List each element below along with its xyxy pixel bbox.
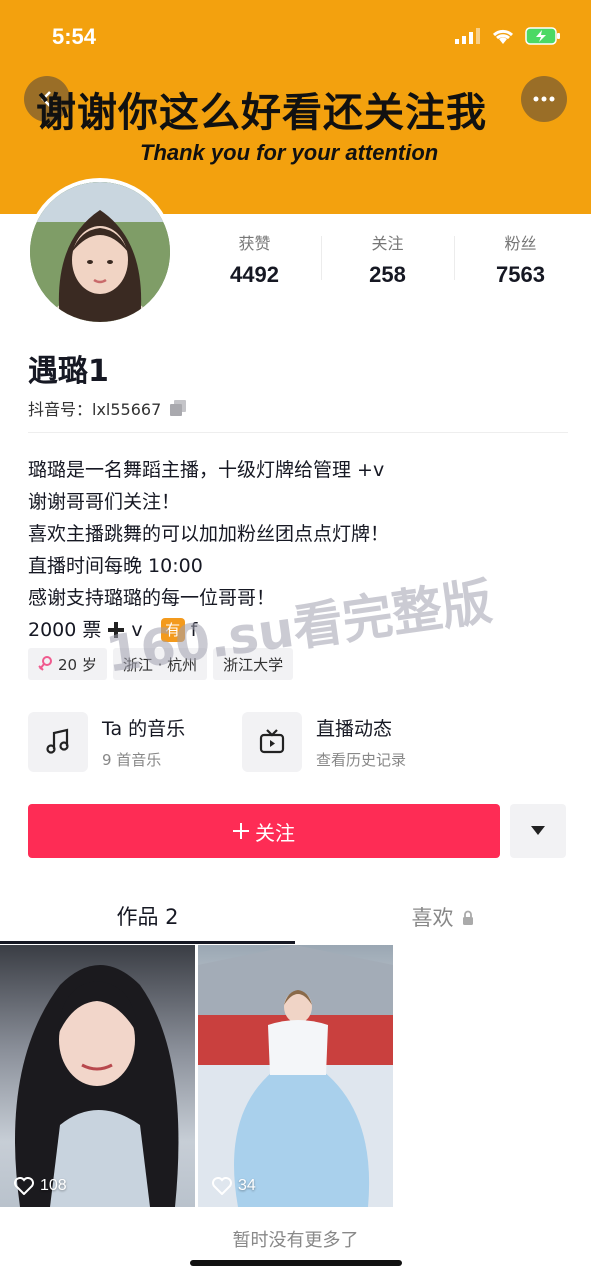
plus-v-text: v [131,619,143,641]
bio-line: 喜欢主播跳舞的可以加加粉丝团点点灯牌！ [28,523,390,545]
bio-line: 直播时间每晚 10:00 [28,555,203,577]
video-cover-image [198,945,393,1207]
tag-school-text: 浙江大学 [223,655,284,674]
plus-icon [108,622,125,638]
stats-row: 获赞 4492 关注 258 粉丝 7563 [188,230,588,288]
music-entry-sub: 9 首音乐 [102,751,162,769]
tab-works-label: 作品 2 [116,904,179,929]
no-more-text: 暂时没有更多了 [232,1230,359,1251]
profile-card: 获赞 4492 关注 258 粉丝 7563 遇璐1 抖音号：lxl55667 … [0,178,591,1280]
signal-icon [455,28,480,44]
stat-label: 粉丝 [504,234,537,253]
live-entry[interactable]: 直播动态 查看历史记录 [242,712,456,772]
status-icons [455,26,561,46]
heart-outline-icon [14,1177,34,1195]
tv-icon [259,729,285,754]
copy-icon[interactable] [169,399,187,417]
video-grid: 108 34 [0,945,591,1207]
stat-value: 4492 [230,262,279,287]
video-thumbnail[interactable]: 108 [0,945,195,1207]
bio-line: 感谢支持璐璐的每一位哥哥！ [28,587,276,609]
profile-name: 遇璐1 [28,354,109,389]
home-indicator [190,1260,402,1266]
video-thumbnail[interactable]: 34 [198,945,393,1207]
tab-works[interactable]: 作品 2 [0,890,295,944]
tab-likes[interactable]: 喜欢 [295,890,590,944]
avatar[interactable] [26,178,174,326]
live-icon-box [242,712,302,772]
female-icon [38,656,52,671]
video-likes: 34 [212,1177,256,1195]
music-entry[interactable]: Ta 的音乐 9 首音乐 [28,712,242,772]
stat-value: 7563 [496,262,545,287]
douyin-id: 抖音号：lxl55667 [28,396,187,420]
video-likes: 108 [14,1177,67,1195]
heart-outline-icon [212,1177,232,1195]
banner-title: 谢谢你这么好看还关注我 [36,90,487,136]
plus-icon [233,823,249,839]
tag-age-text: 20 岁 [58,655,97,674]
divider [28,432,568,433]
stat-label: 关注 [371,234,404,253]
ticket-text: 2000 票 [28,619,102,641]
stat-value: 258 [369,262,406,287]
bio-ticket-line: 2000 票 v 有 f [28,614,568,646]
battery-charging-icon [525,27,560,45]
follow-button-label: 关注 [255,820,295,845]
content-tabs: 作品 2 喜欢 [0,890,591,944]
avatar-photo [30,182,170,322]
music-entry-title: Ta 的音乐 [102,718,186,740]
follow-button[interactable]: 关注 [28,804,500,858]
bio-line: 谢谢哥哥们关注！ [28,491,181,513]
status-time: 5:54 [52,24,97,49]
live-entry-sub: 查看历史记录 [316,751,407,769]
you-badge: 有 [160,618,185,642]
stat-followers[interactable]: 粉丝 7563 [454,230,587,288]
recommend-dropdown-button[interactable] [510,804,566,858]
banner-subtitle: Thank you for your attention [140,140,439,165]
music-note-icon [46,728,69,754]
bio: 璐璐是一名舞蹈主播，十级灯牌给管理 +v 谢谢哥哥们关注！ 喜欢主播跳舞的可以加… [28,454,568,646]
tag-school[interactable]: 浙江大学 [213,648,294,680]
lock-icon [462,910,473,925]
tag-location-text: 浙江 · 杭州 [122,655,198,674]
tag-location: 浙江 · 杭州 [112,648,208,680]
video-cover-image [15,965,179,1207]
video-likes-count: 34 [238,1177,256,1194]
caret-down-icon [531,826,545,835]
entries-row: Ta 的音乐 9 首音乐 直播动态 查看历史记录 [28,712,568,772]
stat-following[interactable]: 关注 258 [321,230,454,288]
stat-label: 获赞 [238,234,271,253]
douyin-id-text: 抖音号：lxl55667 [28,400,162,419]
music-icon-box [28,712,88,772]
video-likes-count: 108 [40,1177,67,1194]
tag-age: 20 岁 [28,648,107,680]
bio-line: 璐璐是一名舞蹈主播，十级灯牌给管理 +v [28,459,385,481]
f-text: f [190,619,198,641]
stat-likes[interactable]: 获赞 4492 [188,230,321,288]
tab-likes-label: 喜欢 [411,906,454,930]
wifi-icon [492,29,514,44]
tags-row: 20 岁 浙江 · 杭州 浙江大学 [28,648,294,680]
live-entry-title: 直播动态 [316,718,393,740]
